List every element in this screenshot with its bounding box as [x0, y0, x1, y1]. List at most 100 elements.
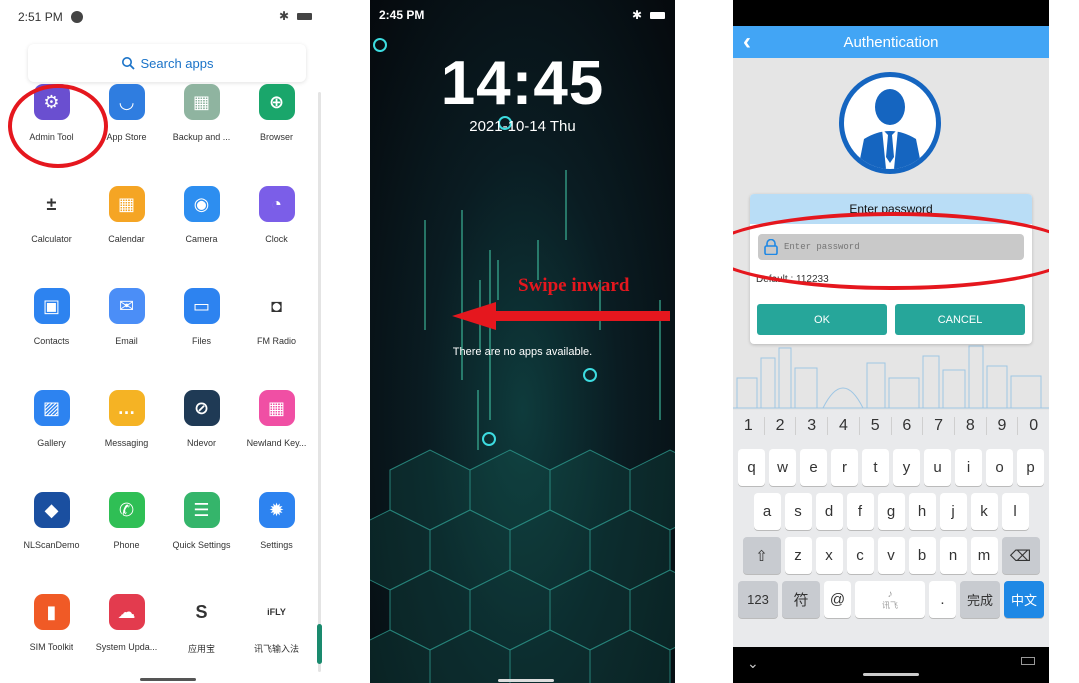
app-label: FM Radio — [256, 336, 296, 346]
letter-key[interactable]: n — [939, 537, 967, 574]
app-item[interactable]: ▣ Contacts — [14, 288, 89, 390]
app-item[interactable]: ± Calculator — [14, 186, 89, 288]
letter-key[interactable]: s — [784, 493, 812, 530]
letter-key[interactable]: m — [970, 537, 998, 574]
period-key[interactable]: . — [929, 581, 956, 618]
status-bar-left: 2:51 PM — [18, 10, 83, 24]
keyboard-switch-icon[interactable] — [1021, 657, 1035, 665]
app-icon: ▮ — [33, 594, 70, 630]
letter-key[interactable]: k — [970, 493, 998, 530]
status-bar — [733, 0, 1049, 26]
number-key[interactable]: 6 — [892, 417, 924, 435]
app-item[interactable]: ▦ Calendar — [89, 186, 164, 288]
scrollbar-thumb[interactable] — [317, 624, 322, 664]
app-icon: ◡ — [108, 84, 145, 120]
number-key[interactable]: 9 — [987, 417, 1019, 435]
number-key[interactable]: 5 — [860, 417, 892, 435]
app-item[interactable]: ◆ NLScanDemo — [14, 492, 89, 594]
scrollbar[interactable] — [317, 92, 322, 672]
letter-key[interactable]: u — [924, 449, 951, 486]
app-item[interactable]: ✉ Email — [89, 288, 164, 390]
app-glyph: … — [117, 397, 136, 418]
backspace-key[interactable]: ⌫ — [1001, 537, 1040, 574]
language-key[interactable]: 中文 — [1004, 581, 1044, 618]
space-hint: 讯飞 — [882, 600, 898, 610]
letter-key[interactable]: l — [1001, 493, 1029, 530]
letter-key[interactable]: r — [831, 449, 858, 486]
app-icon: ◔ — [258, 186, 295, 222]
letter-key[interactable]: h — [908, 493, 936, 530]
letter-key[interactable]: y — [893, 449, 920, 486]
app-item[interactable]: ▦ Newland Key... — [239, 390, 314, 492]
letter-key[interactable]: t — [862, 449, 889, 486]
app-item[interactable]: ☁ System Upda... — [89, 594, 164, 683]
letter-key[interactable]: e — [800, 449, 827, 486]
app-glyph: ▭ — [192, 295, 210, 316]
letter-key[interactable]: d — [815, 493, 843, 530]
ok-button[interactable]: OK — [757, 304, 887, 335]
number-key[interactable]: 8 — [955, 417, 987, 435]
number-key[interactable]: 2 — [765, 417, 797, 435]
gesture-bar[interactable] — [498, 679, 554, 682]
app-item[interactable]: ◔ Clock — [239, 186, 314, 288]
letter-key[interactable]: v — [877, 537, 905, 574]
app-item[interactable]: ⊕ Browser — [239, 84, 314, 186]
collapse-keyboard-icon[interactable]: ⌄ — [747, 655, 759, 672]
letter-key[interactable]: x — [815, 537, 843, 574]
app-item[interactable]: … Messaging — [89, 390, 164, 492]
bluetooth-icon: ✱ — [278, 9, 289, 23]
number-key[interactable]: 1 — [733, 417, 765, 435]
letter-key[interactable]: z — [784, 537, 812, 574]
letter-key[interactable]: i — [955, 449, 982, 486]
number-key[interactable]: 7 — [923, 417, 955, 435]
letter-key[interactable]: c — [846, 537, 874, 574]
gesture-bar[interactable] — [140, 678, 196, 681]
letter-key[interactable]: j — [939, 493, 967, 530]
letter-key[interactable]: q — [738, 449, 765, 486]
app-item[interactable]: ◉ Camera — [164, 186, 239, 288]
gesture-bar[interactable] — [863, 673, 919, 676]
space-key[interactable]: ♪ 讯飞 — [855, 581, 925, 618]
app-glyph: ✆ — [118, 499, 135, 520]
app-glyph: S — [195, 601, 208, 622]
letter-key[interactable]: p — [1017, 449, 1044, 486]
number-key[interactable]: 4 — [828, 417, 860, 435]
app-label: Email — [115, 336, 138, 346]
keyboard-row-1: qwertyuiop — [733, 449, 1049, 486]
app-item[interactable]: ▭ Files — [164, 288, 239, 390]
highlight-circle — [733, 212, 1049, 290]
app-item[interactable]: iFLY 讯飞输入法 — [239, 594, 314, 683]
number-key[interactable]: 3 — [796, 417, 829, 435]
at-key[interactable]: @ — [824, 581, 851, 618]
letter-key[interactable]: b — [908, 537, 936, 574]
symbols-key[interactable]: 符 — [782, 581, 820, 618]
app-item[interactable]: ☰ Quick Settings — [164, 492, 239, 594]
letter-key[interactable]: f — [846, 493, 874, 530]
status-bar-right: ✱ — [279, 9, 312, 23]
number-key[interactable]: 0 — [1018, 417, 1049, 435]
app-item[interactable]: S 应用宝 — [164, 594, 239, 683]
done-key[interactable]: 完成 — [960, 581, 1000, 618]
status-time: 2:51 PM — [18, 10, 63, 24]
letter-key[interactable]: a — [753, 493, 781, 530]
app-item[interactable]: ✆ Phone — [89, 492, 164, 594]
app-item[interactable]: ▮ SIM Toolkit — [14, 594, 89, 683]
app-icon: ◆ — [33, 492, 70, 528]
search-apps-bar[interactable]: Search apps — [28, 44, 306, 82]
app-label: Calendar — [108, 234, 145, 244]
app-item[interactable]: ▨ Gallery — [14, 390, 89, 492]
cancel-button[interactable]: CANCEL — [895, 304, 1025, 335]
highlight-circle — [8, 84, 108, 168]
letter-key[interactable]: o — [986, 449, 1013, 486]
letter-key[interactable]: g — [877, 493, 905, 530]
app-item[interactable]: ⊘ Ndevor — [164, 390, 239, 492]
app-item[interactable]: ✹ Settings — [239, 492, 314, 594]
mode-123-key[interactable]: 123 — [738, 581, 778, 618]
app-item[interactable]: ◘ FM Radio — [239, 288, 314, 390]
letter-key[interactable]: w — [769, 449, 796, 486]
app-label: Files — [191, 336, 211, 346]
app-item[interactable]: ▦ Backup and ... — [164, 84, 239, 186]
app-glyph: ◔ — [271, 193, 282, 214]
shift-key[interactable]: ⇧ — [742, 537, 781, 574]
app-icon: ✹ — [258, 492, 295, 528]
